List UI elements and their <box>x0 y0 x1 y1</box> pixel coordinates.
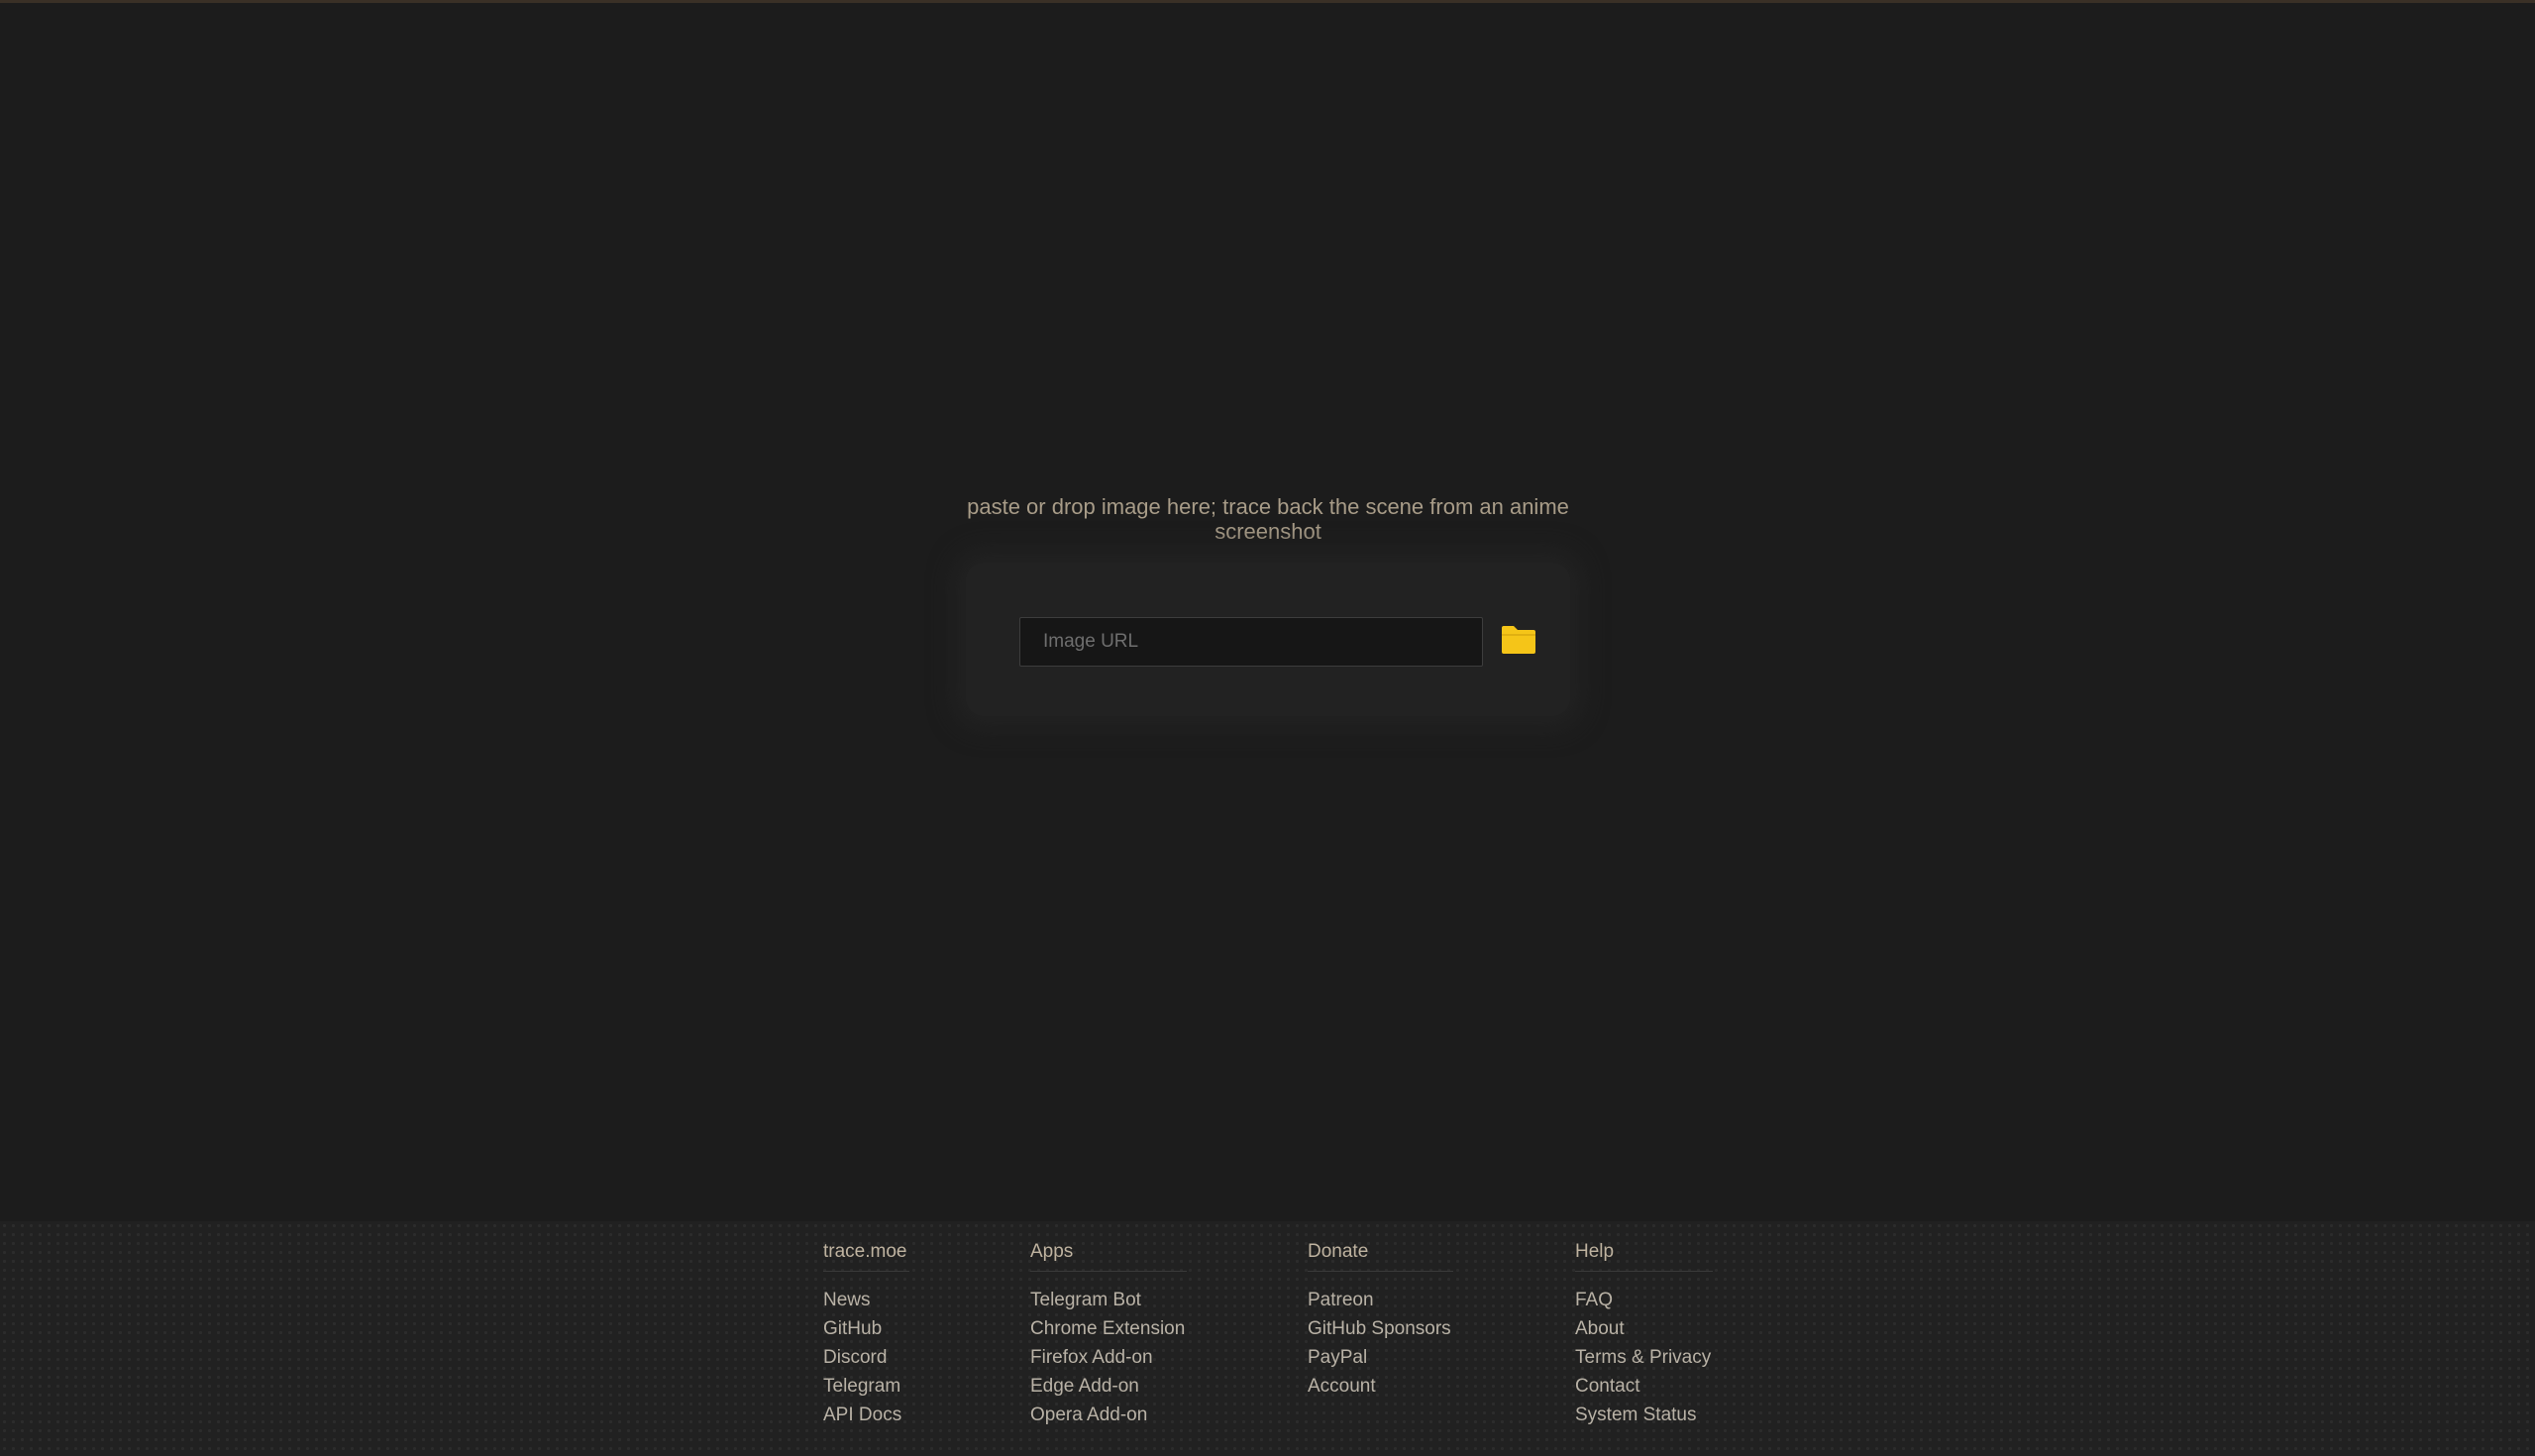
open-file-button[interactable] <box>1498 619 1539 661</box>
footer-link-api-docs[interactable]: API Docs <box>823 1401 909 1429</box>
footer: trace.moe News GitHub Discord Telegram A… <box>0 1221 2535 1456</box>
prompt-line-1: paste or drop image here; trace back the… <box>967 494 1569 519</box>
footer-link-account[interactable]: Account <box>1308 1372 1453 1401</box>
drop-prompt: paste or drop image here; trace back the… <box>951 494 1585 544</box>
footer-link-terms-privacy[interactable]: Terms & Privacy <box>1575 1343 1713 1372</box>
footer-link-github-sponsors[interactable]: GitHub Sponsors <box>1308 1314 1453 1343</box>
footer-link-system-status[interactable]: System Status <box>1575 1401 1713 1429</box>
footer-column-help: Help FAQ About Terms & Privacy Contact S… <box>1575 1241 1713 1429</box>
footer-column-donate: Donate Patreon GitHub Sponsors PayPal Ac… <box>1308 1241 1453 1401</box>
footer-column-title: Apps <box>1030 1241 1187 1272</box>
footer-link-contact[interactable]: Contact <box>1575 1372 1713 1401</box>
footer-column-title: Help <box>1575 1241 1713 1272</box>
page: paste or drop image here; trace back the… <box>0 0 2535 1456</box>
footer-link-news[interactable]: News <box>823 1286 909 1314</box>
image-url-input[interactable] <box>1019 617 1483 667</box>
prompt-line-2: screenshot <box>1215 519 1321 544</box>
footer-link-discord[interactable]: Discord <box>823 1343 909 1372</box>
footer-link-github[interactable]: GitHub <box>823 1314 909 1343</box>
search-area[interactable]: paste or drop image here; trace back the… <box>0 3 2535 1221</box>
footer-link-patreon[interactable]: Patreon <box>1308 1286 1453 1314</box>
footer-link-edge-addon[interactable]: Edge Add-on <box>1030 1372 1187 1401</box>
footer-column-trace-moe: trace.moe News GitHub Discord Telegram A… <box>823 1241 909 1429</box>
folder-icon <box>1502 626 1535 654</box>
search-card <box>966 563 1570 716</box>
footer-link-firefox-addon[interactable]: Firefox Add-on <box>1030 1343 1187 1372</box>
footer-column-title: Donate <box>1308 1241 1453 1272</box>
footer-column-title: trace.moe <box>823 1241 909 1272</box>
footer-link-telegram[interactable]: Telegram <box>823 1372 909 1401</box>
footer-column-apps: Apps Telegram Bot Chrome Extension Firef… <box>1030 1241 1187 1429</box>
footer-link-faq[interactable]: FAQ <box>1575 1286 1713 1314</box>
footer-link-about[interactable]: About <box>1575 1314 1713 1343</box>
footer-link-telegram-bot[interactable]: Telegram Bot <box>1030 1286 1187 1314</box>
footer-link-chrome-extension[interactable]: Chrome Extension <box>1030 1314 1187 1343</box>
footer-link-opera-addon[interactable]: Opera Add-on <box>1030 1401 1187 1429</box>
footer-link-paypal[interactable]: PayPal <box>1308 1343 1453 1372</box>
